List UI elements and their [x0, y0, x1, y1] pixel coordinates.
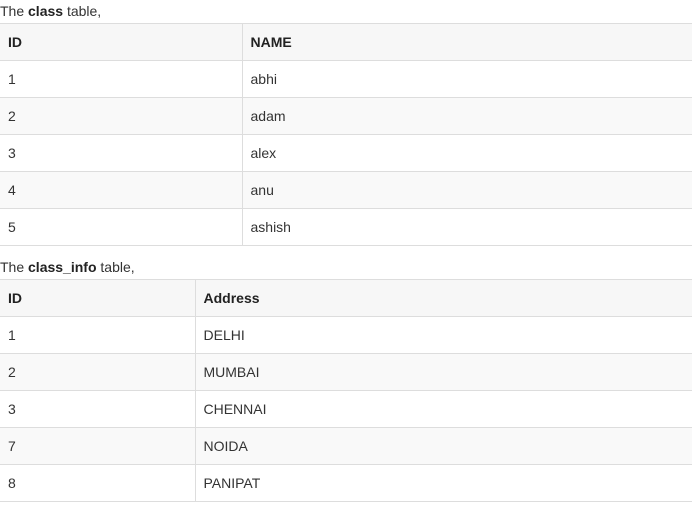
cell-id: 8: [0, 464, 196, 502]
table-row: 1 abhi: [0, 60, 692, 98]
cell-name: ashish: [241, 208, 692, 246]
table-row: 4 anu: [0, 171, 692, 209]
cell-id: 1: [0, 60, 243, 98]
column-header-id: ID: [0, 279, 196, 317]
cell-id: 4: [0, 171, 243, 209]
table-header-row: ID NAME: [0, 23, 692, 61]
cell-id: 3: [0, 134, 243, 172]
cell-address: PANIPAT: [194, 464, 692, 502]
table-row: 5 ashish: [0, 208, 692, 246]
caption-suffix: table,: [96, 259, 135, 275]
table-row: 2 MUMBAI: [0, 353, 692, 391]
cell-name: anu: [241, 171, 692, 209]
table-row: 1 DELHI: [0, 316, 692, 354]
caption-prefix: The: [0, 259, 29, 275]
column-header-address: Address: [194, 279, 692, 317]
table-row: 7 NOIDA: [0, 427, 692, 465]
class-info-table: ID Address 1 DELHI 2 MUMBAI 3 CHENNAI 7 …: [0, 279, 692, 502]
cell-id: 7: [0, 427, 196, 465]
cell-id: 3: [0, 390, 196, 428]
cell-id: 2: [0, 353, 196, 391]
caption-prefix: The: [0, 3, 29, 19]
column-header-id: ID: [0, 23, 243, 61]
column-header-name: NAME: [241, 23, 692, 61]
table-row: 3 alex: [0, 134, 692, 172]
table-row: 2 adam: [0, 97, 692, 135]
caption-table-name: class_info: [28, 259, 97, 275]
cell-name: abhi: [241, 60, 692, 98]
cell-address: NOIDA: [194, 427, 692, 465]
cell-address: CHENNAI: [194, 390, 692, 428]
cell-id: 5: [0, 208, 243, 246]
cell-name: alex: [241, 134, 692, 172]
table-row: 8 PANIPAT: [0, 464, 692, 502]
cell-address: MUMBAI: [194, 353, 692, 391]
caption-table-name: class: [28, 3, 64, 19]
cell-id: 1: [0, 316, 196, 354]
table-row: 3 CHENNAI: [0, 390, 692, 428]
class-info-table-caption: The class_info table,: [0, 256, 692, 279]
class-table: ID NAME 1 abhi 2 adam 3 alex 4 anu 5 ash…: [0, 23, 692, 246]
caption-suffix: table,: [63, 3, 102, 19]
cell-name: adam: [241, 97, 692, 135]
cell-id: 2: [0, 97, 243, 135]
cell-address: DELHI: [194, 316, 692, 354]
class-table-caption: The class table,: [0, 0, 692, 23]
table-header-row: ID Address: [0, 279, 692, 317]
